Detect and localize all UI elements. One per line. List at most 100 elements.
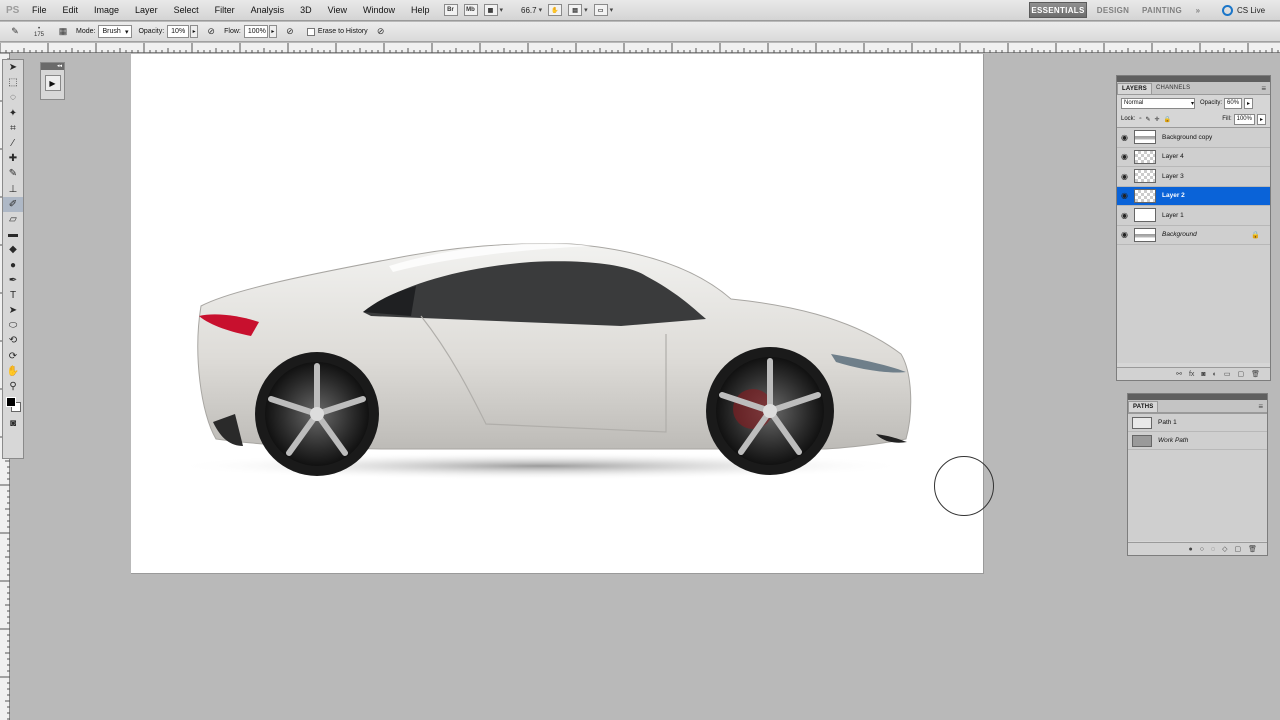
stroke-path-icon[interactable]: ○ bbox=[1200, 546, 1204, 553]
move-tool-icon[interactable]: ➤ bbox=[3, 60, 23, 75]
screen-mode-button[interactable]: ▭ bbox=[593, 4, 608, 16]
fill-arrow-icon[interactable]: ▸ bbox=[1256, 113, 1266, 125]
spot-healing-tool-icon[interactable]: ✚ bbox=[3, 151, 23, 166]
tab-layers[interactable]: LAYERS bbox=[1117, 83, 1152, 94]
hand-tool-icon[interactable]: ✋ bbox=[3, 364, 23, 379]
eyedropper-tool-icon[interactable]: ⁄ bbox=[3, 136, 23, 151]
foreground-color-swatch[interactable] bbox=[6, 397, 16, 408]
layer-style-icon[interactable]: fx bbox=[1189, 371, 1194, 378]
add-mask-icon[interactable]: ◙ bbox=[1201, 371, 1205, 378]
brush-tool-icon[interactable]: ✎ bbox=[3, 166, 23, 181]
visibility-eye-icon[interactable]: ◉ bbox=[1117, 230, 1132, 239]
menu-edit[interactable]: Edit bbox=[55, 5, 87, 15]
menu-help[interactable]: Help bbox=[403, 5, 438, 15]
brush-preset-picker[interactable]: • 175 bbox=[28, 25, 50, 39]
dodge-tool-icon[interactable]: ● bbox=[3, 257, 23, 272]
blur-tool-icon[interactable]: ◆ bbox=[3, 242, 23, 257]
new-group-icon[interactable]: ▭ bbox=[1224, 370, 1231, 378]
visibility-eye-icon[interactable]: ◉ bbox=[1117, 211, 1132, 220]
menu-window[interactable]: Window bbox=[355, 5, 403, 15]
airbrush-icon[interactable]: ⊘ bbox=[283, 25, 297, 39]
zoom-level[interactable]: 66.7 bbox=[521, 6, 537, 15]
view-extras-button[interactable]: ▦ bbox=[483, 4, 498, 16]
color-swatches[interactable] bbox=[3, 394, 23, 416]
menu-layer[interactable]: Layer bbox=[127, 5, 166, 15]
workspace-essentials[interactable]: ESSENTIALS bbox=[1029, 2, 1087, 18]
workspace-painting[interactable]: PAINTING bbox=[1139, 2, 1185, 18]
layer-row-layer-2[interactable]: ◉ Layer 2 bbox=[1117, 186, 1270, 206]
cs-live-button[interactable]: CS Live bbox=[1222, 3, 1265, 18]
3d-orbit-tool-icon[interactable]: ⟳ bbox=[3, 349, 23, 364]
adjustment-layer-icon[interactable]: ◐ bbox=[1213, 371, 1217, 378]
eraser-tool-icon[interactable]: ▱ bbox=[3, 212, 23, 227]
hand-tool-button[interactable]: ✋ bbox=[548, 4, 563, 16]
menu-view[interactable]: View bbox=[320, 5, 355, 15]
zoom-tool-icon[interactable]: ⚲ bbox=[3, 379, 23, 394]
lock-position-icon[interactable]: ✛ bbox=[1155, 116, 1160, 123]
menu-3d[interactable]: 3D bbox=[292, 5, 320, 15]
tablet-pressure-size-icon[interactable]: ⊘ bbox=[374, 25, 388, 39]
flow-input[interactable]: 100% bbox=[243, 25, 268, 38]
workspace-design[interactable]: DESIGN bbox=[1092, 2, 1134, 18]
layer-row-layer-1[interactable]: ◉ Layer 1 bbox=[1117, 206, 1270, 226]
history-brush-tool-preset-icon[interactable]: ✎ bbox=[8, 25, 22, 39]
delete-layer-icon[interactable]: 🗑 bbox=[1251, 370, 1260, 378]
flow-slider-arrow-icon[interactable]: ▸ bbox=[268, 25, 277, 38]
new-layer-icon[interactable]: ▢ bbox=[1237, 370, 1244, 378]
chevron-down-icon[interactable]: ▾ bbox=[610, 6, 614, 14]
document-canvas[interactable] bbox=[131, 54, 984, 574]
path-selection-tool-icon[interactable]: ➤ bbox=[3, 303, 23, 318]
visibility-eye-icon[interactable]: ◉ bbox=[1117, 152, 1132, 161]
path-row-work-path[interactable]: Work Path bbox=[1128, 432, 1267, 450]
layer-opacity-input[interactable]: 60% bbox=[1224, 97, 1243, 109]
arrange-documents-button[interactable]: ▤ bbox=[568, 4, 583, 16]
brush-panel-toggle-icon[interactable]: ▦ bbox=[56, 25, 70, 39]
history-brush-tool-icon[interactable]: ✐ bbox=[3, 196, 23, 212]
new-path-icon[interactable]: ▢ bbox=[1234, 545, 1241, 553]
menu-file[interactable]: File bbox=[24, 5, 55, 15]
shape-tool-icon[interactable]: ⬭ bbox=[3, 318, 23, 333]
launch-mini-bridge-button[interactable]: Mb bbox=[463, 4, 478, 16]
layer-row-layer-4[interactable]: ◉ Layer 4 bbox=[1117, 148, 1270, 167]
collapse-arrows-icon[interactable]: ◂◂ bbox=[41, 63, 64, 70]
tab-channels[interactable]: CHANNELS bbox=[1152, 83, 1194, 94]
load-selection-icon[interactable]: ◌ bbox=[1211, 546, 1215, 553]
layer-row-layer-3[interactable]: ◉ Layer 3 bbox=[1117, 167, 1270, 187]
lock-image-icon[interactable]: ✎ bbox=[1145, 116, 1150, 123]
fill-path-icon[interactable]: ● bbox=[1188, 546, 1192, 553]
clone-stamp-tool-icon[interactable]: ⊥ bbox=[3, 182, 23, 197]
3d-rotate-tool-icon[interactable]: ⟲ bbox=[3, 333, 23, 348]
quick-selection-tool-icon[interactable]: ✦ bbox=[3, 106, 23, 121]
fill-input[interactable]: 100% bbox=[1233, 113, 1255, 125]
delete-path-icon[interactable]: 🗑 bbox=[1248, 545, 1257, 553]
make-work-path-icon[interactable]: ◇ bbox=[1222, 545, 1227, 553]
more-workspaces-icon[interactable]: » bbox=[1190, 2, 1206, 18]
visibility-eye-icon[interactable]: ◉ bbox=[1117, 191, 1132, 200]
chevron-down-icon[interactable]: ▾ bbox=[539, 6, 543, 14]
type-tool-icon[interactable]: T bbox=[3, 288, 23, 303]
visibility-eye-icon[interactable]: ◉ bbox=[1117, 172, 1132, 181]
panel-menu-icon[interactable]: ≡ bbox=[1258, 402, 1263, 411]
lock-all-icon[interactable]: 🔒 bbox=[1164, 116, 1171, 123]
tab-paths[interactable]: PATHS bbox=[1128, 401, 1159, 412]
gradient-tool-icon[interactable]: ▬ bbox=[3, 227, 23, 242]
link-layers-icon[interactable]: ⚯ bbox=[1176, 370, 1182, 378]
menu-image[interactable]: Image bbox=[86, 5, 127, 15]
path-row-path-1[interactable]: Path 1 bbox=[1128, 414, 1267, 432]
opacity-arrow-icon[interactable]: ▸ bbox=[1244, 97, 1254, 109]
panel-menu-icon[interactable]: ≡ bbox=[1261, 84, 1266, 93]
erase-to-history-checkbox[interactable] bbox=[306, 27, 315, 36]
menu-analysis[interactable]: Analysis bbox=[243, 5, 293, 15]
marquee-tool-icon[interactable]: ⬚ bbox=[3, 75, 23, 90]
opacity-input[interactable]: 10% bbox=[167, 25, 190, 38]
crop-tool-icon[interactable]: ⌗ bbox=[3, 121, 23, 136]
quick-mask-icon[interactable]: ◙ bbox=[3, 416, 23, 431]
layer-row-background[interactable]: ◉ Background 🔒 bbox=[1117, 226, 1270, 245]
visibility-eye-icon[interactable]: ◉ bbox=[1117, 133, 1132, 142]
lock-transparent-icon[interactable]: ▫ bbox=[1139, 116, 1141, 122]
pen-tool-icon[interactable]: ✒ bbox=[3, 273, 23, 288]
launch-bridge-button[interactable]: Br bbox=[443, 4, 458, 16]
opacity-slider-arrow-icon[interactable]: ▸ bbox=[190, 25, 199, 38]
tablet-pressure-opacity-icon[interactable]: ⊘ bbox=[204, 25, 218, 39]
chevron-down-icon[interactable]: ▾ bbox=[584, 6, 588, 14]
